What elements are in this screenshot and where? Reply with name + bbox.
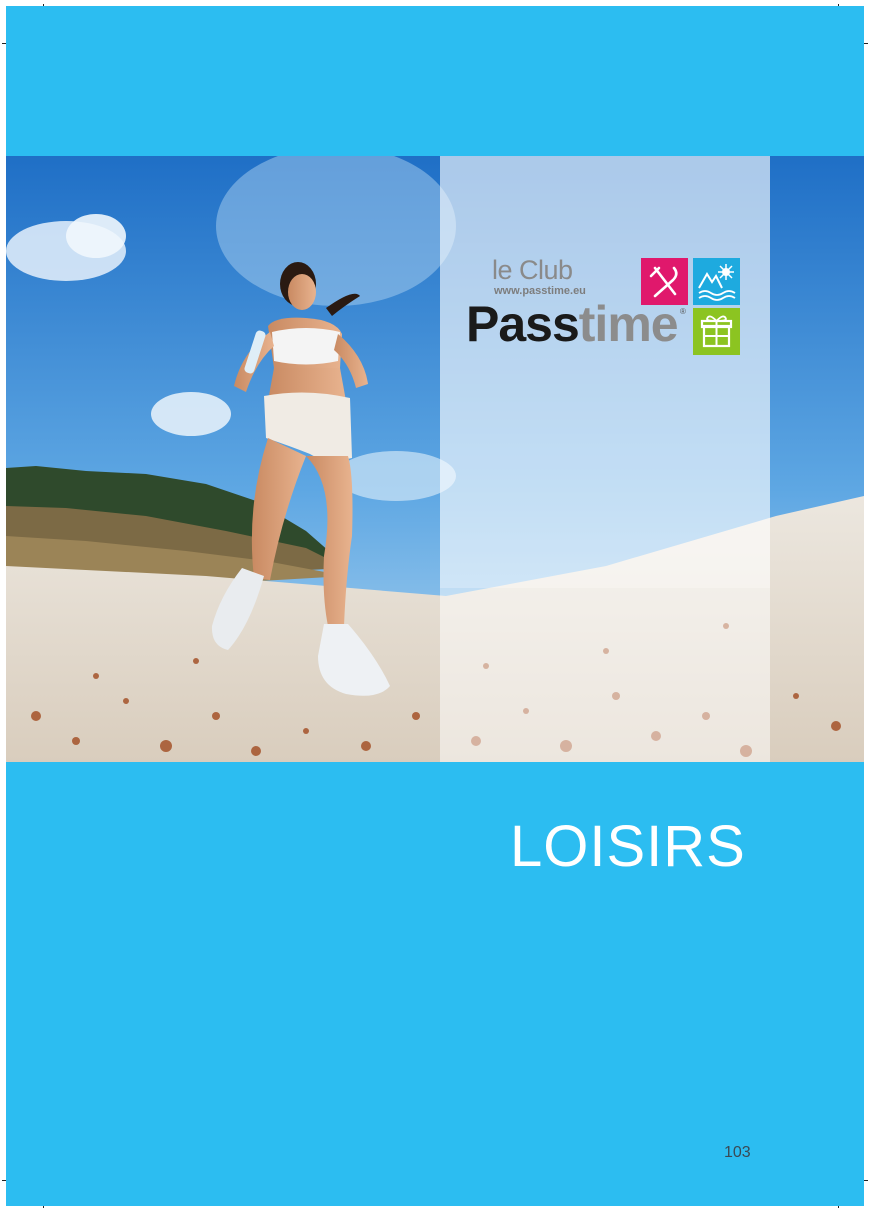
leisure-icon bbox=[693, 258, 740, 305]
section-title: LOISIRS bbox=[510, 814, 746, 879]
logo-prefix: le Club bbox=[492, 255, 573, 285]
logo-brand-dark: Pass bbox=[466, 296, 580, 352]
hero-photo bbox=[6, 156, 864, 762]
restaurant-icon bbox=[641, 258, 688, 305]
gift-icon bbox=[693, 308, 740, 355]
logo-brand: Passtime bbox=[466, 296, 679, 352]
page-number: 103 bbox=[724, 1144, 751, 1161]
registered-mark: ® bbox=[680, 307, 686, 316]
passtime-logo: le Club www.passtime.eu Passtime ® bbox=[460, 255, 750, 365]
